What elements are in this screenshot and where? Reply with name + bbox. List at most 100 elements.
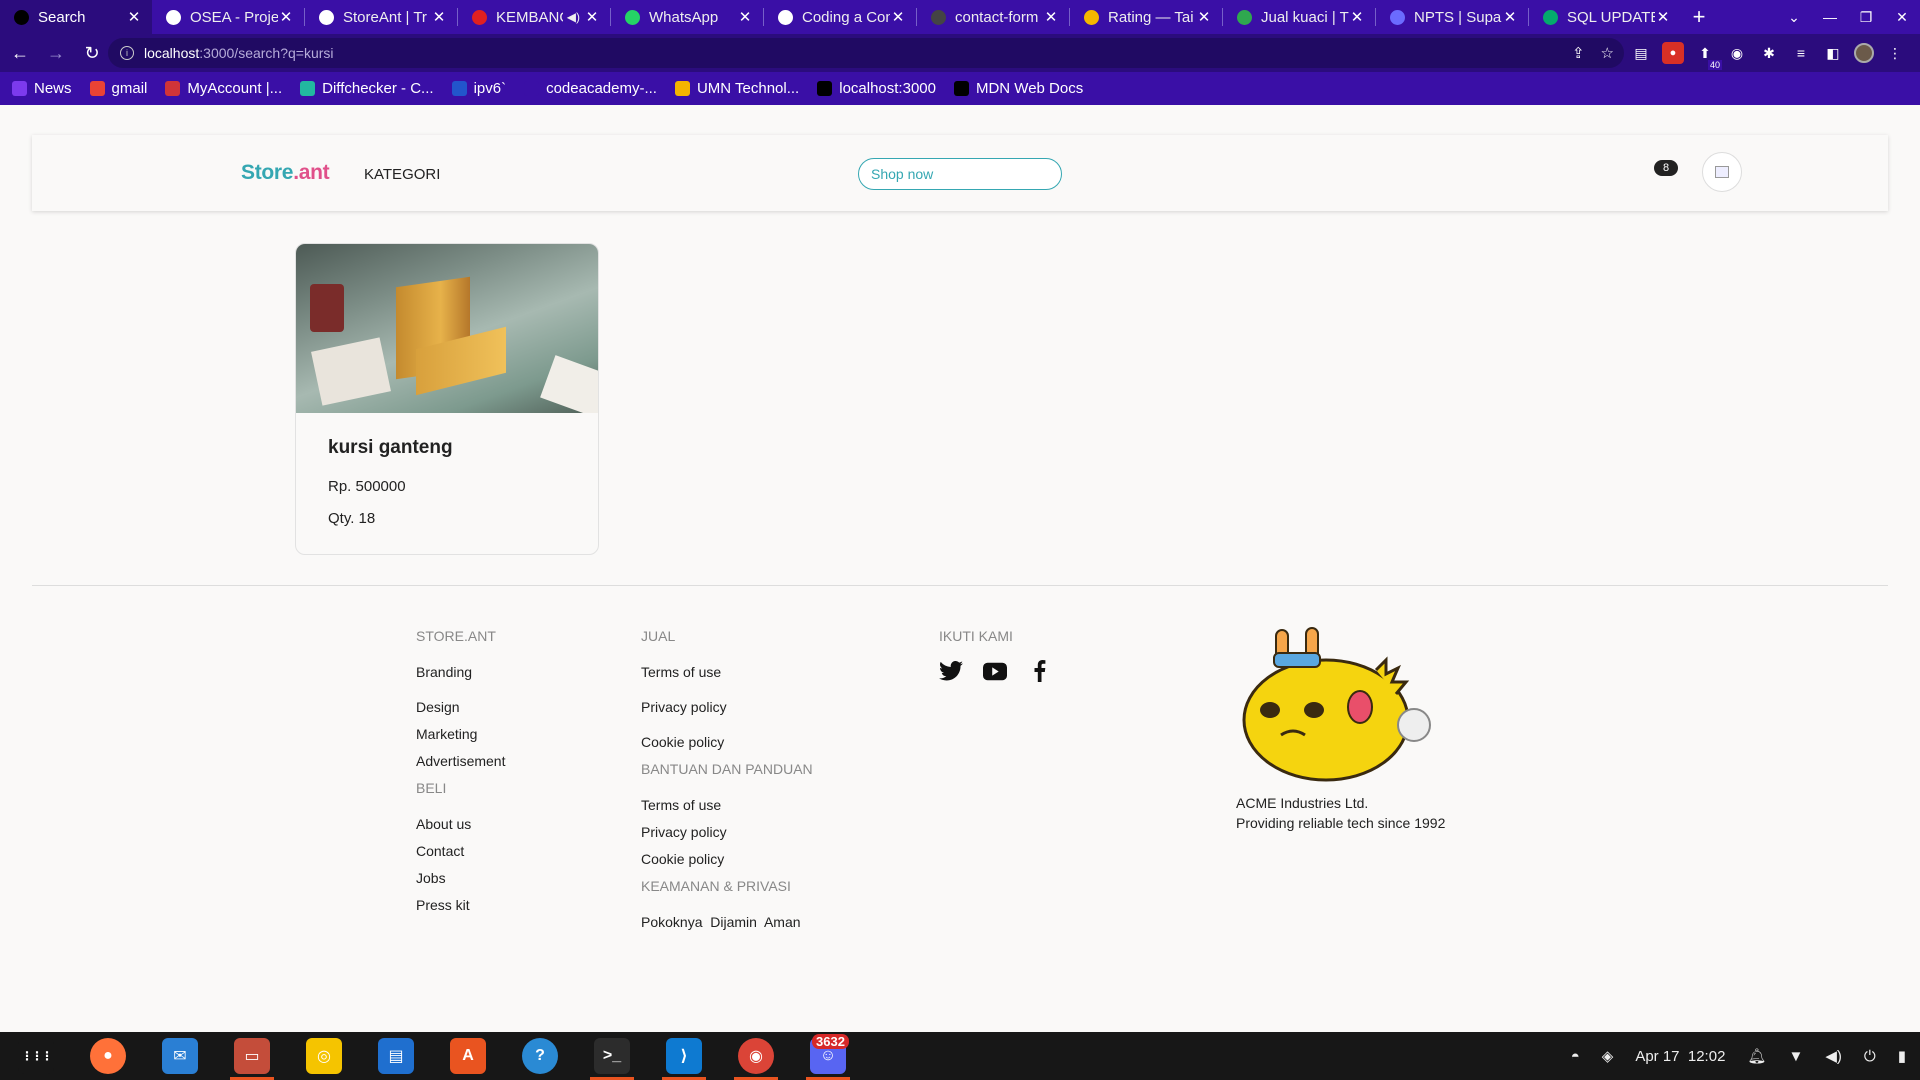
taskbar-app[interactable]: ☺ 3632 bbox=[792, 1032, 864, 1080]
bookmark-star-icon[interactable]: ☆ bbox=[1601, 44, 1614, 62]
search-input[interactable] bbox=[858, 158, 1062, 190]
facebook-icon[interactable] bbox=[1027, 660, 1051, 682]
taskbar-app[interactable]: ✉ bbox=[144, 1032, 216, 1080]
rhythmbox-icon: ◎ bbox=[306, 1038, 342, 1074]
site-info-icon[interactable]: i bbox=[120, 46, 134, 60]
close-tab-icon[interactable]: ✕ bbox=[431, 8, 447, 26]
footer-link[interactable]: Privacy policy bbox=[641, 699, 813, 715]
footer-link[interactable]: Marketing bbox=[416, 726, 505, 742]
user-avatar[interactable] bbox=[1702, 152, 1742, 192]
wifi-icon[interactable]: ▼ bbox=[1788, 1048, 1803, 1065]
browser-tab[interactable]: Rating — Tai ✕ bbox=[1070, 0, 1222, 34]
browser-tab[interactable]: WhatsApp ✕ bbox=[611, 0, 763, 34]
product-card[interactable]: kursi ganteng Rp. 500000 Qty. 18 bbox=[295, 243, 599, 555]
browser-tab[interactable]: Jual kuaci | T ✕ bbox=[1223, 0, 1375, 34]
browser-tab[interactable]: KEMBANG ◀) ✕ bbox=[458, 0, 610, 34]
share-icon[interactable]: ⇪ bbox=[1572, 44, 1585, 62]
footer-link[interactable]: About us bbox=[416, 816, 505, 832]
tab-search-icon[interactable]: ⌄ bbox=[1776, 9, 1812, 26]
close-tab-icon[interactable]: ✕ bbox=[890, 8, 906, 26]
bookmark-item[interactable]: gmail bbox=[89, 80, 147, 97]
footer-link[interactable]: Design bbox=[416, 699, 505, 715]
taskbar-app[interactable]: ◉ bbox=[720, 1032, 792, 1080]
audio-playing-icon[interactable]: ◀) bbox=[567, 10, 580, 24]
footer-link[interactable]: Branding bbox=[416, 664, 505, 680]
close-tab-icon[interactable]: ✕ bbox=[1655, 8, 1671, 26]
footer-link[interactable]: Terms of use bbox=[641, 797, 813, 813]
bookmark-item[interactable]: News bbox=[12, 80, 72, 97]
footer-link[interactable]: Privacy policy bbox=[641, 824, 813, 840]
footer-link[interactable]: Cookie policy bbox=[641, 851, 813, 867]
footer-link[interactable]: Press kit bbox=[416, 897, 505, 913]
bookmark-item[interactable]: localhost:3000 bbox=[817, 80, 936, 97]
browser-tab[interactable]: Search ✕ bbox=[0, 0, 152, 34]
close-tab-icon[interactable]: ✕ bbox=[1043, 8, 1059, 26]
extension-arrow-icon[interactable]: ⬆ 40 bbox=[1694, 42, 1722, 70]
cart-badge[interactable]: 8 bbox=[1654, 160, 1678, 176]
browser-tab[interactable]: SQL UPDATE ✕ bbox=[1529, 0, 1681, 34]
taskbar-app[interactable]: ? bbox=[504, 1032, 576, 1080]
bookmark-item[interactable]: Diffchecker - C... bbox=[300, 80, 434, 97]
footer-link[interactable]: Jobs bbox=[416, 870, 505, 886]
back-icon[interactable]: ← bbox=[4, 43, 36, 64]
close-tab-icon[interactable]: ✕ bbox=[278, 8, 294, 26]
extension-red-icon[interactable]: ● bbox=[1662, 42, 1684, 64]
browser-tab[interactable]: StoreAnt | Tr ✕ bbox=[305, 0, 457, 34]
address-bar[interactable]: i localhost:3000/search?q=kursi ⇪ ☆ bbox=[108, 38, 1624, 68]
footer-link[interactable]: Advertisement bbox=[416, 753, 505, 769]
close-tab-icon[interactable]: ✕ bbox=[737, 8, 753, 26]
forward-icon[interactable]: → bbox=[40, 43, 72, 64]
social-links bbox=[939, 660, 1051, 682]
discord-tray-icon[interactable]: ◈ bbox=[1602, 1047, 1614, 1065]
close-tab-icon[interactable]: ✕ bbox=[126, 8, 142, 26]
reading-list-icon[interactable]: ▤ bbox=[1630, 42, 1652, 64]
power-icon[interactable]: ⏻ bbox=[1864, 1048, 1876, 1065]
profile-avatar[interactable] bbox=[1854, 43, 1874, 63]
youtube-icon[interactable] bbox=[983, 660, 1007, 682]
notification-icon[interactable]: 🔔︎ bbox=[1747, 1047, 1766, 1065]
close-tab-icon[interactable]: ✕ bbox=[1349, 8, 1365, 26]
minimize-icon[interactable]: — bbox=[1812, 9, 1848, 25]
browser-tab[interactable]: Coding a Con ✕ bbox=[764, 0, 916, 34]
close-tab-icon[interactable]: ✕ bbox=[1502, 8, 1518, 26]
site-logo[interactable]: Store.ant bbox=[241, 161, 330, 185]
bookmark-item[interactable]: UMN Technol... bbox=[674, 80, 799, 97]
footer-link[interactable]: Cookie policy bbox=[641, 734, 813, 750]
bookmark-item[interactable]: codeacademy-... bbox=[524, 80, 657, 97]
taskbar-app[interactable]: ▤ bbox=[360, 1032, 432, 1080]
reload-icon[interactable]: ↻ bbox=[76, 43, 108, 64]
screenshot-icon[interactable]: ◉ bbox=[1726, 42, 1748, 64]
footer-link[interactable]: Terms of use bbox=[641, 664, 813, 680]
footer-link[interactable]: Contact bbox=[416, 843, 505, 859]
restore-icon[interactable]: ❐ bbox=[1848, 9, 1884, 26]
globe-icon bbox=[166, 9, 181, 25]
browser-tab[interactable]: NPTS | Supab ✕ bbox=[1376, 0, 1528, 34]
close-tab-icon[interactable]: ✕ bbox=[1196, 8, 1212, 26]
url-text[interactable]: localhost:3000/search?q=kursi bbox=[144, 45, 334, 61]
battery-icon[interactable]: ▮ bbox=[1898, 1047, 1906, 1065]
clock[interactable]: Apr 17 12:02 bbox=[1635, 1048, 1725, 1065]
media-queue-icon[interactable]: ≡ bbox=[1790, 42, 1812, 64]
menu-kebab-icon[interactable]: ⋮ bbox=[1884, 42, 1906, 64]
taskbar-app[interactable]: ▭ bbox=[216, 1032, 288, 1080]
close-tab-icon[interactable]: ✕ bbox=[584, 8, 600, 26]
browser-tab[interactable]: contact-form ✕ bbox=[917, 0, 1069, 34]
bookmark-item[interactable]: ipv6` bbox=[451, 80, 506, 97]
bookmark-item[interactable]: MDN Web Docs bbox=[953, 80, 1083, 97]
taskbar-app[interactable]: A bbox=[432, 1032, 504, 1080]
twitter-icon[interactable] bbox=[939, 660, 963, 682]
bookmark-item[interactable]: MyAccount |... bbox=[165, 80, 282, 97]
new-tab-icon[interactable]: + bbox=[1681, 4, 1717, 30]
taskbar-app[interactable]: ⋮⋮⋮ bbox=[0, 1032, 72, 1080]
close-window-icon[interactable]: ✕ bbox=[1884, 9, 1920, 26]
tray-app-icon[interactable]: ◓ bbox=[1571, 1048, 1580, 1065]
kategori-menu[interactable]: KATEGORI bbox=[364, 166, 440, 183]
taskbar-app[interactable]: >_ bbox=[576, 1032, 648, 1080]
taskbar-app[interactable]: ⟩ bbox=[648, 1032, 720, 1080]
browser-tab[interactable]: OSEA - Proje ✕ bbox=[152, 0, 304, 34]
side-panel-icon[interactable]: ◧ bbox=[1822, 42, 1844, 64]
puzzle-icon[interactable]: ✱ bbox=[1758, 42, 1780, 64]
taskbar-app[interactable]: ● bbox=[72, 1032, 144, 1080]
volume-icon[interactable]: ◀) bbox=[1825, 1047, 1842, 1065]
taskbar-app[interactable]: ◎ bbox=[288, 1032, 360, 1080]
